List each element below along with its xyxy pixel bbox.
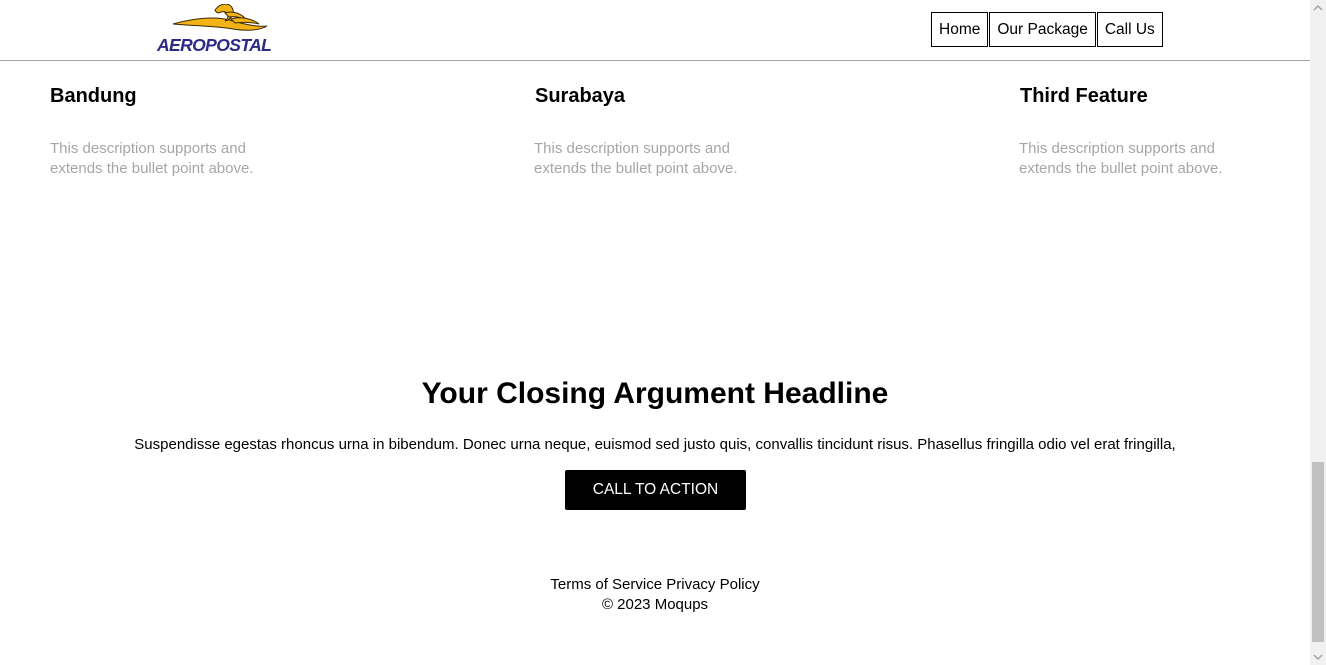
scroll-up-arrow-icon[interactable] [1310, 0, 1326, 16]
scroll-down-arrow-icon[interactable] [1310, 649, 1326, 665]
feature-surabaya: Surabaya This description supports and e… [534, 84, 795, 177]
footer-links: Terms of Service Privacy Policy [0, 575, 1310, 595]
page: AEROPOSTAL Home Our Package Call Us Band… [0, 0, 1310, 665]
closing-headline: Your Closing Argument Headline [421, 377, 889, 410]
feature-bandung: Bandung This description supports and ex… [50, 84, 310, 177]
closing-text: Suspendisse egestas rhoncus urna in bibe… [134, 436, 1176, 453]
logo-text: AEROPOSTAL [157, 35, 272, 55]
feature-title: Surabaya [535, 85, 626, 107]
vertical-scrollbar[interactable] [1310, 0, 1326, 665]
scrollbar-thumb[interactable] [1312, 462, 1324, 642]
nav-our-package[interactable]: Our Package [989, 12, 1096, 47]
feature-title: Third Feature [1020, 85, 1148, 107]
feature-third: Third Feature This description supports … [1019, 84, 1280, 177]
aeropostal-logo[interactable]: AEROPOSTAL [155, 4, 279, 56]
privacy-policy-link[interactable]: Privacy Policy [666, 576, 759, 593]
copyright: © 2023 Moqups [601, 596, 709, 613]
nav-home[interactable]: Home [931, 12, 989, 47]
nav-call-us[interactable]: Call Us [1096, 12, 1163, 47]
bird-wing-icon [172, 4, 268, 31]
call-to-action-button[interactable]: CALL TO ACTION [565, 470, 746, 510]
feature-description: This description supports and extends th… [1019, 140, 1223, 177]
feature-description: This description supports and extends th… [534, 140, 738, 177]
feature-title: Bandung [50, 85, 137, 107]
site-header: AEROPOSTAL Home Our Package Call Us [0, 0, 1310, 61]
main-nav: Home Our Package Call Us [931, 12, 1164, 47]
terms-of-service-link[interactable]: Terms of Service [550, 576, 662, 593]
feature-description: This description supports and extends th… [50, 140, 254, 177]
